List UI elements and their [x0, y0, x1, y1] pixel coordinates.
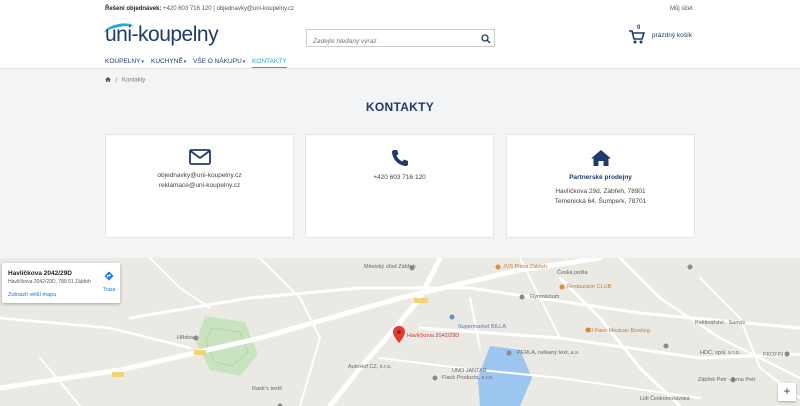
store-address-zabreh: Havlíčkova 29d, Zábřeh, 78901 [555, 188, 646, 195]
map-label: JVS Pizza Zábřeh [503, 264, 548, 270]
map-label: Zábřek Petr - firma Petr [698, 377, 756, 383]
search-input[interactable] [307, 33, 475, 50]
envelope-icon [188, 149, 211, 165]
chevron-down-icon: ▾ [141, 59, 144, 65]
map-label: El Paso Mexican Bowling [588, 328, 650, 334]
order-contact: Řešení objednávek: +420 603 716 120 | ob… [105, 6, 294, 12]
cart-label: prázdný košík [652, 32, 693, 39]
header: uni-koupelny 0 prázdný košík [0, 19, 800, 55]
nav-item-vse-o-nakupu[interactable]: VŠE O NÁKUPU▾ [193, 58, 245, 65]
map-label: Gymnázium [530, 294, 560, 300]
nav-item-kontakty[interactable]: KONTAKTY [252, 58, 287, 68]
my-account-link[interactable]: Můj účet [670, 6, 693, 12]
map-label: Supermarket BILLA [458, 324, 506, 330]
map-label: UNO JANTAR [452, 368, 487, 374]
home-icon [590, 150, 611, 166]
phone-number[interactable]: +420 603 716 120 [306, 173, 493, 183]
stores-heading: Partnerské prodejny [569, 174, 632, 181]
order-contact-label: Řešení objednávek: [105, 6, 162, 12]
directions-icon [104, 271, 114, 281]
chevron-down-icon: ▾ [183, 59, 187, 65]
map-pin-label[interactable]: Havlíčkova 2042/29D [407, 333, 459, 339]
map-label: HDC, spol. s r.o. [700, 350, 741, 356]
stores-card: Partnerské prodejny Havlíčkova 29d, Zábř… [506, 134, 695, 238]
cart[interactable]: 0 prázdný košík [628, 25, 698, 47]
map-label: Flack Products, s.r.o. [442, 375, 494, 381]
map-label: Hřbitov [177, 335, 195, 341]
nav-item-label: KUCHYNĚ [151, 58, 183, 65]
map-label: Restaurace CLUB [567, 284, 612, 290]
map-label: AutoHof CZ, s.r.o. [348, 364, 392, 370]
nav-item-label: VŠE O NÁKUPU [193, 58, 242, 65]
phone-card: +420 603 716 120 [305, 134, 494, 238]
nav-item-kuchyne[interactable]: KUCHYNĚ▾ [151, 58, 186, 65]
email-card: objednavky@uni-koupelny.cz reklamace@uni… [105, 134, 294, 238]
map-label: Lidl Českomoravská [640, 396, 690, 402]
main-nav: KOUPELNY▾ KUCHYNĚ▾ VŠE O NÁKUPU▾ KONTAKT… [0, 55, 800, 69]
map-label: Rastr's textil [252, 386, 282, 392]
map-label: PERLA, nelkaný text, a.s. [517, 350, 580, 356]
route-label: Trasa [102, 287, 116, 293]
top-bar: Řešení objednávek: +420 603 716 120 | ob… [0, 0, 800, 19]
page-title: KONTAKTY [365, 100, 435, 114]
email-orders[interactable]: objednavky@uni-koupelny.cz [106, 171, 293, 181]
breadcrumb: / Kontakty [105, 77, 145, 84]
map-info-box: Havlíčkova 2042/29D Havlíčkova 2042/29D,… [2, 263, 120, 303]
map-background [0, 258, 800, 406]
phone-icon [391, 150, 408, 166]
map-label: Květinářství - Sanvis [695, 320, 746, 326]
site-logo[interactable]: uni-koupelny [105, 23, 219, 47]
search-box [306, 29, 495, 50]
chevron-down-icon: ▾ [242, 59, 246, 65]
larger-map-link[interactable]: Zobrazit větší mapu [8, 292, 56, 298]
search-button[interactable] [480, 32, 492, 44]
home-icon[interactable] [105, 77, 111, 82]
breadcrumb-current: Kontakty [122, 77, 146, 84]
nav-item-koupelny[interactable]: KOUPELNY▾ [105, 58, 144, 65]
breadcrumb-separator: / [115, 77, 118, 84]
zoom-in-button[interactable]: + [778, 383, 796, 401]
nav-item-label: KOUPELNY [105, 58, 141, 65]
map[interactable]: Městský úřad Zábřeh JVS Pizza Zábřeh Čes… [0, 258, 800, 406]
route-button[interactable]: Trasa [100, 268, 118, 293]
map-label: Česká pošta [557, 270, 588, 276]
map-label: FKOFIN [763, 352, 784, 358]
map-label: Městský úřad Zábřeh [364, 264, 416, 270]
order-contact-info[interactable]: +420 603 716 120 | objednavky@uni-koupel… [163, 6, 294, 12]
cart-icon [629, 30, 646, 44]
cart-count: 0 [637, 25, 641, 31]
info-box-title: Havlíčkova 2042/29D [8, 270, 72, 277]
search-icon [481, 34, 491, 44]
info-box-address: Havlíčkova 2042/29D, 789 01 Zábřeh [8, 279, 91, 285]
email-claims[interactable]: reklamace@uni-koupelny.cz [106, 181, 293, 191]
store-address-sumperk: Temenická 64, Šumperk, 78701 [554, 198, 647, 205]
